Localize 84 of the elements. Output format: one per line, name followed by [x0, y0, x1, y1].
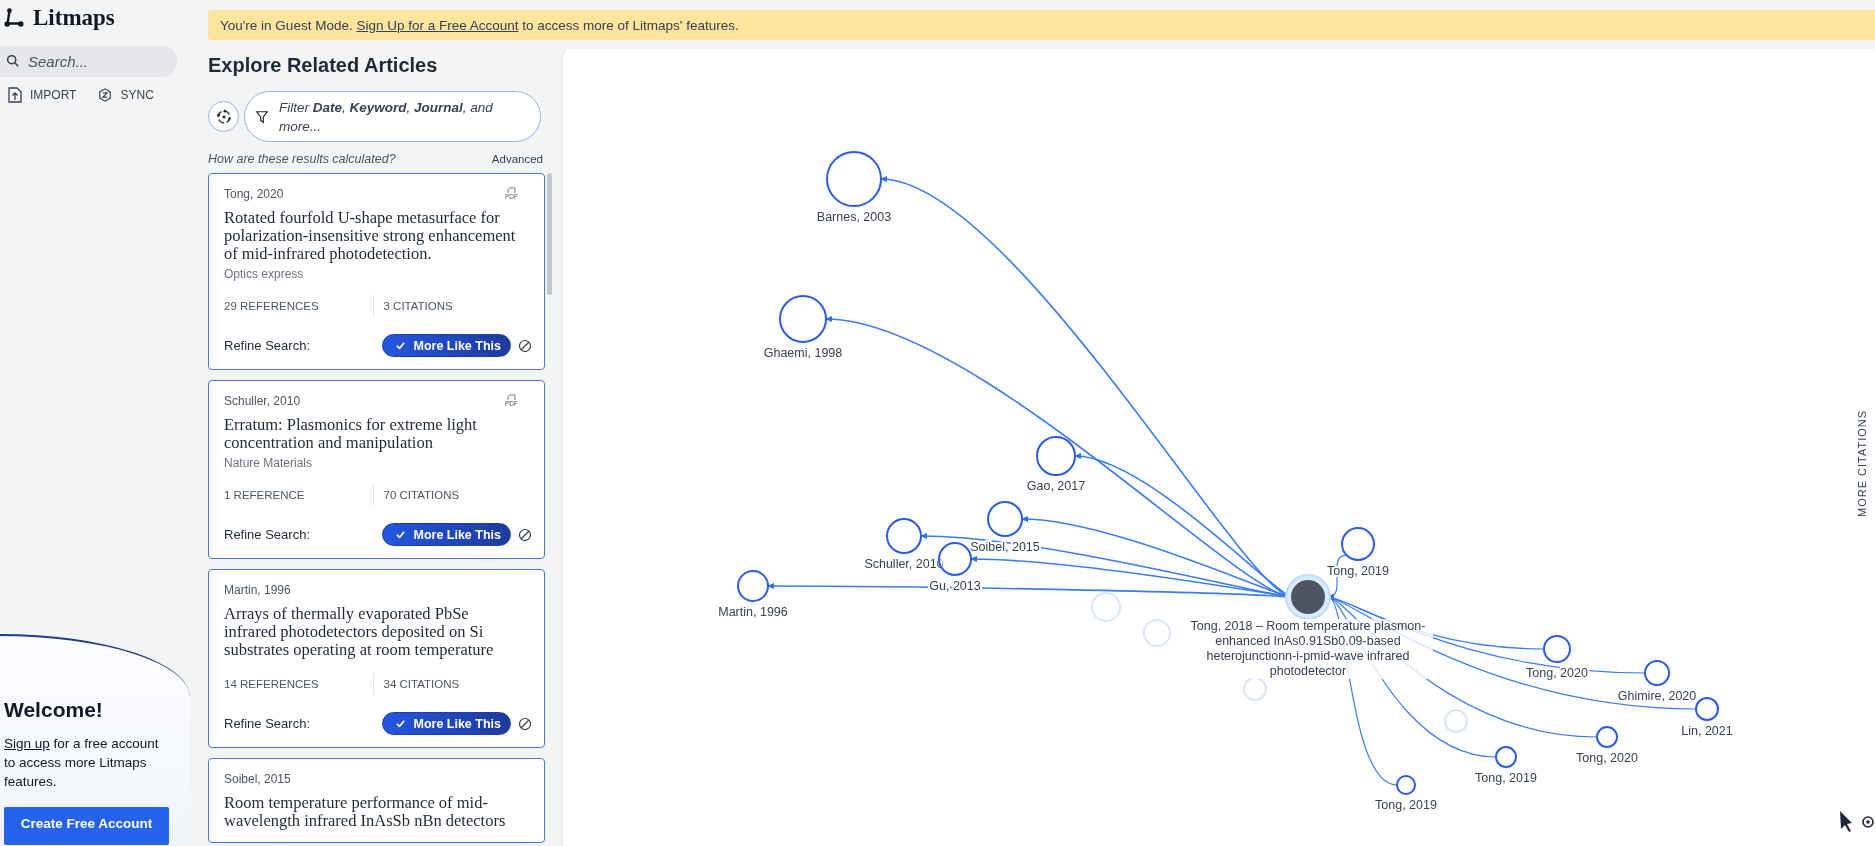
logo-icon [3, 8, 25, 28]
exclude-icon[interactable] [518, 338, 532, 353]
node-label: Ghaemi, 1998 [763, 346, 843, 360]
journal-name: Nature Materials [224, 456, 314, 470]
node-label: Martin, 1996 [718, 605, 788, 619]
locate-icon[interactable] [1862, 816, 1874, 828]
more-like-this-button[interactable]: More Like This [382, 523, 511, 546]
network-button[interactable] [208, 101, 239, 132]
node-label: Tong, 2019 [1375, 798, 1437, 812]
article-card[interactable]: Soibel, 2015 Room temperature performance of mid-wavelength infrared InAsSb nBn detectors [208, 758, 545, 843]
search-icon [6, 54, 20, 68]
section-heading: Explore Related Articles [208, 54, 439, 77]
article-title: Rotated fourfold U-shape metasurface for polarization-insensitive strong enhancement of mid-infrared photodetection. [224, 209, 517, 263]
node-label: Gao, 2017 [1026, 479, 1086, 493]
paper-node[interactable] [1036, 436, 1076, 476]
node-label: Ghimire, 2020 [1617, 689, 1697, 703]
paper-node[interactable] [1543, 635, 1571, 663]
paper-node[interactable] [779, 295, 827, 343]
faded-node [1091, 592, 1121, 622]
journal-name: Optics express [224, 267, 305, 281]
paper-node[interactable] [1396, 775, 1416, 795]
banner-text: You're in Guest Mode. Sign Up for a Free Account to access more of Litmaps' features. [220, 17, 739, 33]
node-label: Tong, 2020 [1576, 751, 1638, 765]
refine-label: Refine Search: [224, 716, 311, 731]
paper-node[interactable] [886, 518, 922, 554]
reference-count: 29 REFERENCES [224, 300, 320, 312]
paper-node[interactable] [826, 151, 882, 207]
article-author: Tong, 2020 [224, 187, 284, 201]
refine-label: Refine Search: [224, 527, 311, 542]
scrollbar[interactable] [547, 173, 552, 295]
sign-up-link[interactable]: Sign up [4, 736, 50, 751]
faded-node [1143, 619, 1171, 647]
create-account-button[interactable]: Create Free Account [4, 807, 169, 845]
faded-node [1243, 677, 1267, 701]
welcome-title: Welcome! [4, 698, 104, 722]
article-title: Arrays of thermally evaporated PbSe infrared photodetectors deposited on Si substrates operating at room temperature [224, 605, 495, 659]
article-title: Erratum: Plasmonics for extreme light concentration and manipulation [224, 416, 478, 452]
search-field[interactable]: Search... [0, 46, 177, 77]
paper-node[interactable] [1495, 746, 1517, 768]
more-like-this-button[interactable]: More Like This [382, 334, 511, 357]
article-card[interactable]: Martin, 1996 Arrays of thermally evaporated PbSe infrared photodetectors deposited on Si substrates operating at room temperature 14 REFERENCES 34 CITATIONS Refine Search: More Like This [208, 569, 545, 748]
citation-count: 34 CITATIONS [372, 673, 532, 695]
filter-icon [255, 109, 269, 124]
faded-node [1444, 709, 1468, 733]
sign-up-link[interactable]: Sign Up for a Free Account [356, 17, 519, 33]
reference-count: 14 REFERENCES [224, 678, 320, 690]
paper-node[interactable] [987, 501, 1023, 537]
article-author: Schuller, 2010 [224, 394, 301, 408]
more-like-this-button[interactable]: More Like This [382, 712, 511, 735]
app-logo[interactable]: Litmaps [33, 5, 115, 31]
sidebar-action[interactable]: SYNC [98, 87, 154, 103]
pointer-icon[interactable] [1840, 811, 1852, 832]
paper-node[interactable] [737, 570, 769, 602]
refine-label: Refine Search: [224, 338, 311, 353]
network-icon [214, 107, 233, 126]
seed-node[interactable] [1291, 580, 1325, 614]
node-label: Barnes, 2003 [816, 210, 892, 224]
citation-count: 70 CITATIONS [372, 484, 532, 506]
node-label: Lin, 2021 [1681, 724, 1733, 738]
article-title: Room temperature performance of mid-wavelength infrared InAsSb nBn detectors [224, 794, 507, 830]
filter-field[interactable]: Filter Date, Keyword, Journal, and more... [244, 91, 541, 142]
import-icon [8, 87, 22, 103]
welcome-text: Sign up for a free account to access more Litmaps features. [4, 735, 160, 791]
paper-node[interactable] [1695, 697, 1719, 721]
check-icon [395, 718, 407, 729]
advanced-link[interactable]: Advanced [491, 153, 543, 165]
axis-label: MORE CITATIONS [1856, 409, 1868, 517]
help-link[interactable]: How are these results calculated? [208, 152, 396, 166]
paper-node[interactable] [1596, 726, 1618, 748]
node-label: Tong, 2020 [1526, 666, 1588, 680]
exclude-icon[interactable] [518, 716, 532, 731]
article-author: Martin, 1996 [224, 583, 291, 597]
sidebar-action[interactable]: IMPORT [8, 87, 77, 103]
paper-node[interactable] [1341, 527, 1375, 561]
citation-count: 3 CITATIONS [372, 295, 532, 317]
node-label: Tong, 2019 [1475, 771, 1537, 785]
check-icon [395, 529, 407, 540]
paper-node[interactable] [1644, 660, 1670, 686]
reference-count: 1 REFERENCE [224, 489, 306, 501]
article-author: Soibel, 2015 [224, 772, 291, 786]
hexagon-icon [98, 87, 113, 103]
check-icon [395, 340, 407, 351]
article-card[interactable] [208, 173, 545, 370]
exclude-icon[interactable] [518, 527, 532, 542]
